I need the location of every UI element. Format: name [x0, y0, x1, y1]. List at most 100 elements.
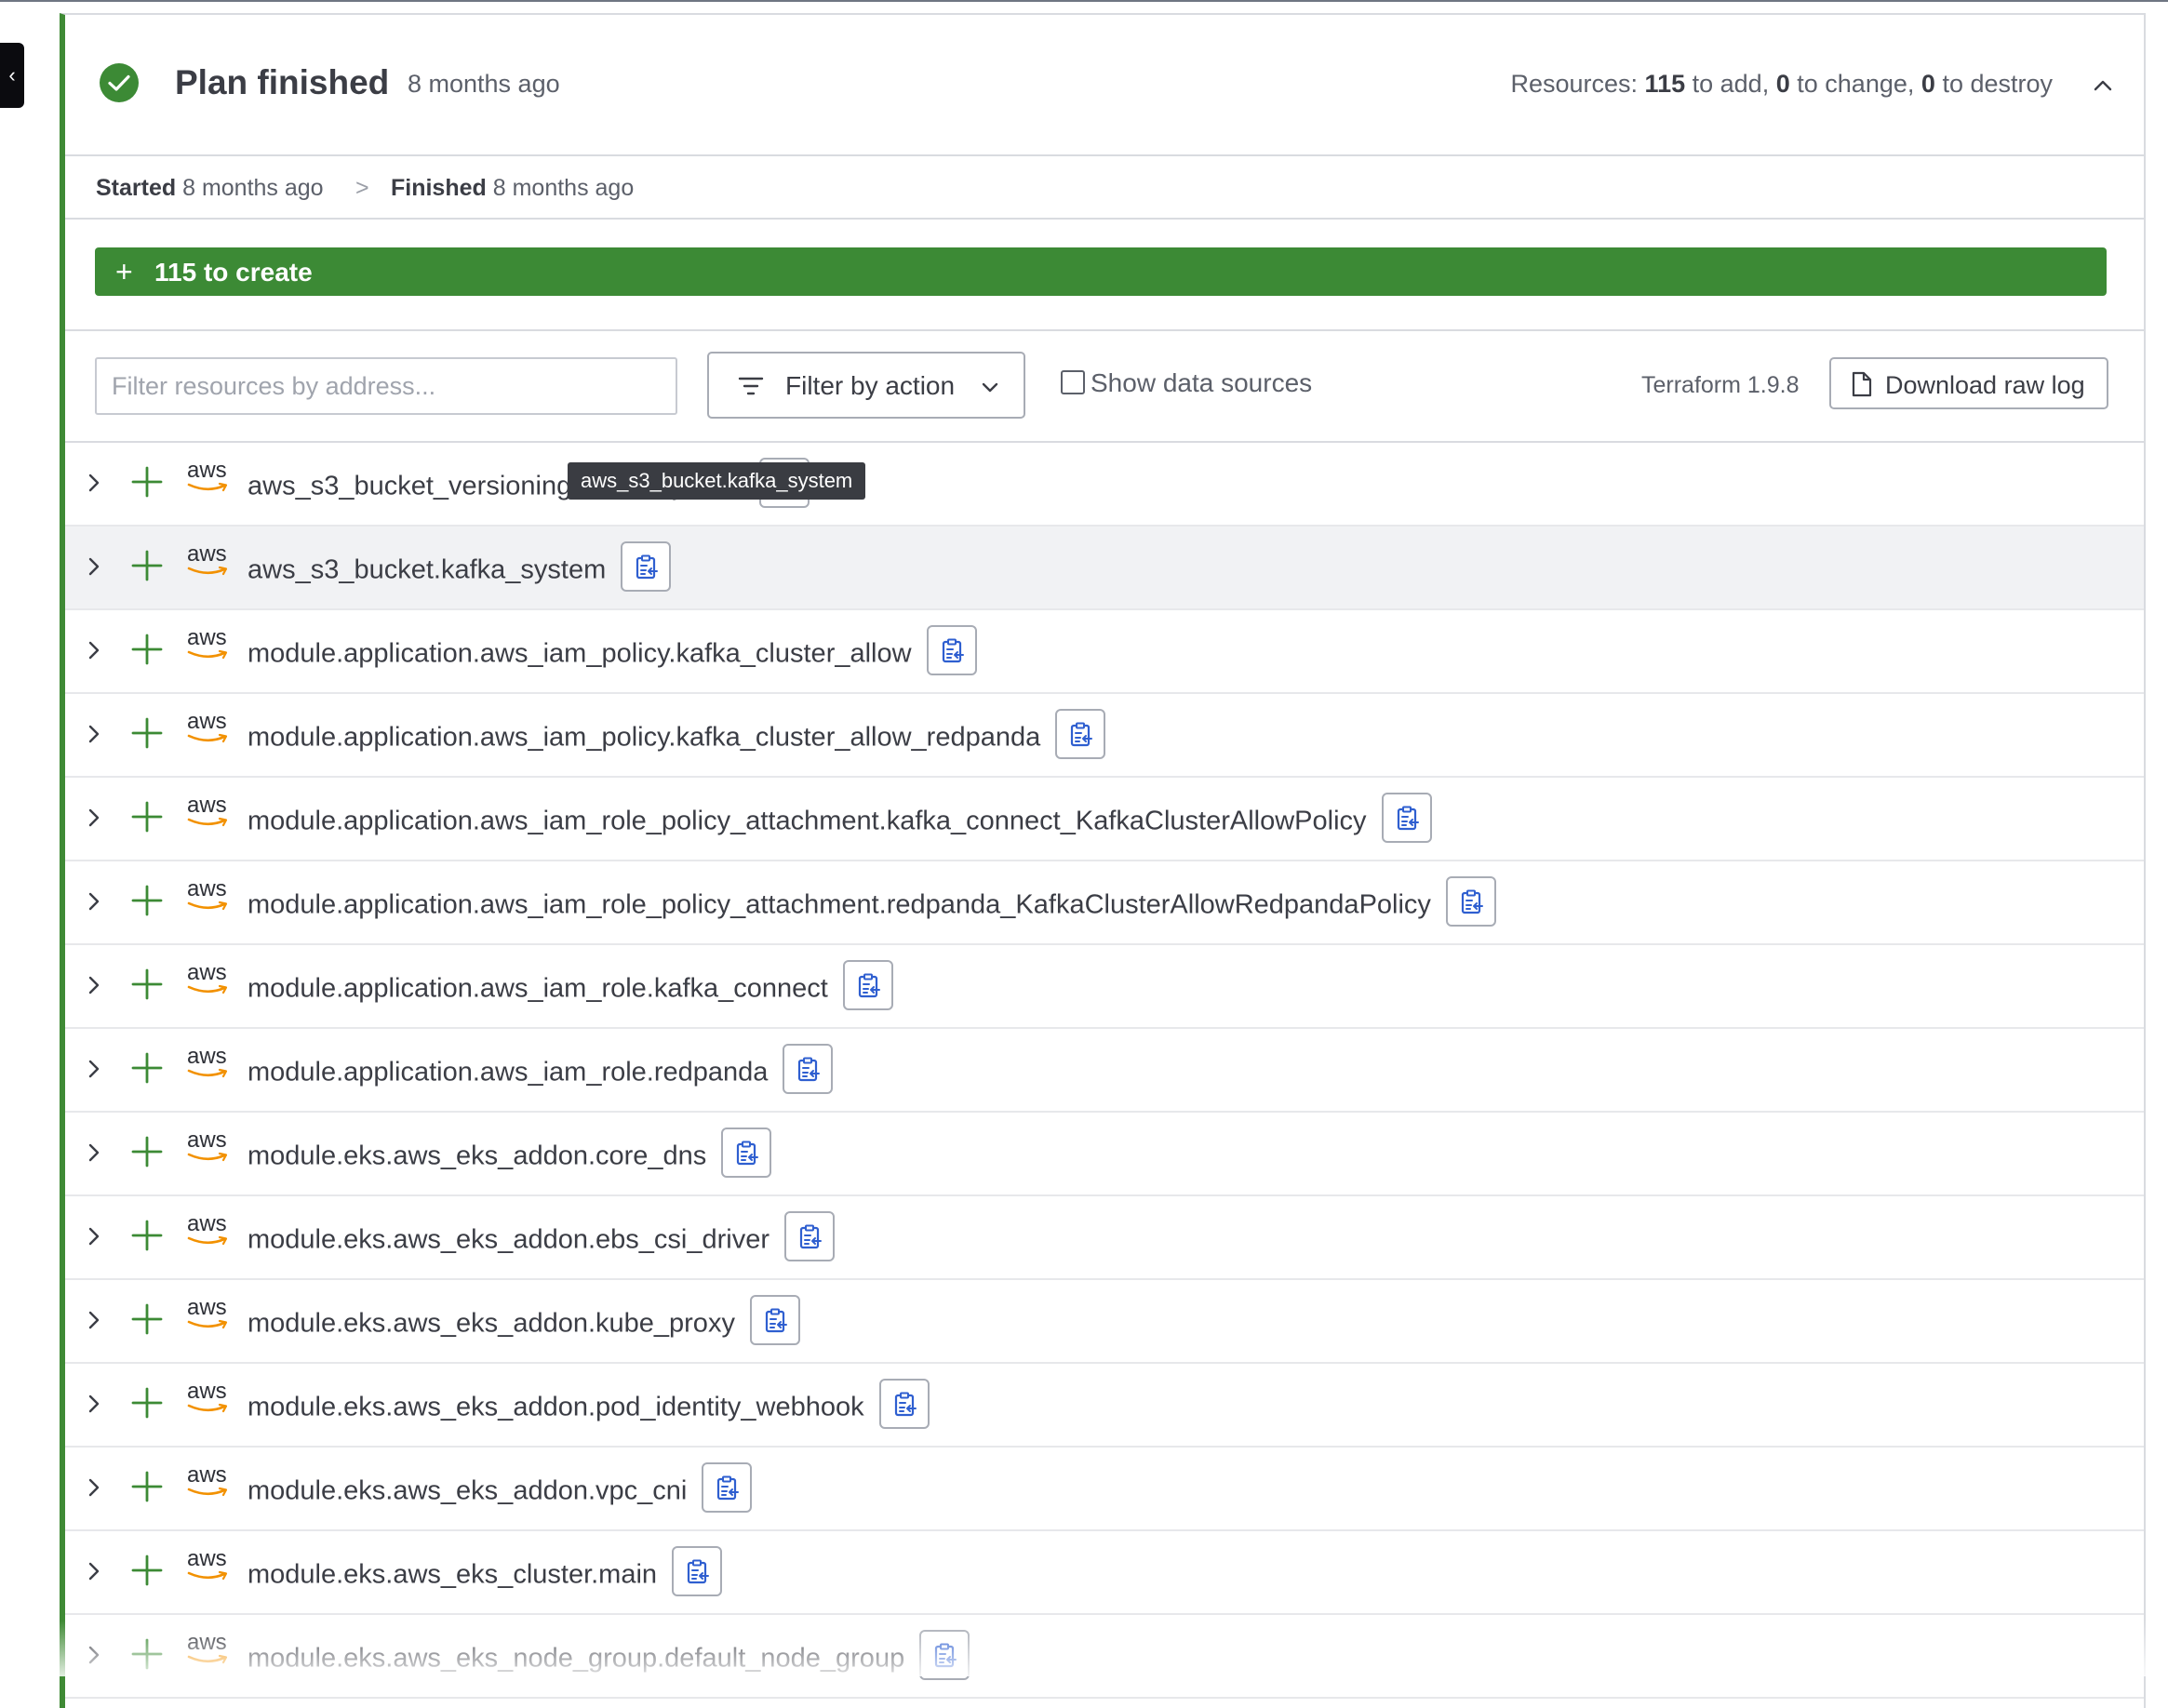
copy-address-button[interactable]: [721, 1128, 772, 1178]
filter-icon: [738, 377, 764, 395]
chevron-right-icon[interactable]: [84, 473, 104, 493]
chevron-right-icon[interactable]: [84, 1394, 104, 1414]
resource-address[interactable]: module.eks.aws_eks_addon.core_dns: [248, 1141, 706, 1171]
create-plus-icon: [131, 885, 163, 916]
create-count-label: 115 to create: [154, 258, 313, 287]
show-data-sources-checkbox[interactable]: Show data sources: [1061, 368, 1312, 398]
sidebar-toggle-button[interactable]: ‹: [0, 43, 24, 108]
create-plus-icon: [131, 550, 163, 581]
resource-address[interactable]: module.eks.aws_eks_node_group.default_no…: [248, 1644, 904, 1674]
resource-address[interactable]: module.eks.aws_eks_addon.kube_proxy: [248, 1309, 735, 1339]
resource-address[interactable]: module.eks.aws_eks_addon.ebs_csi_driver: [248, 1225, 770, 1255]
resource-row[interactable]: aws aws_s3_bucket_versioning.kafka_syste…: [65, 443, 2144, 527]
copy-address-button[interactable]: [672, 1546, 723, 1596]
plan-time: 8 months ago: [408, 70, 560, 98]
aws-provider-icon: aws: [187, 1128, 234, 1168]
finished-time: Finished 8 months ago: [391, 175, 635, 201]
resource-toolbar: Filter by action Show data sources Terra…: [65, 331, 2144, 443]
filter-by-action-dropdown[interactable]: Filter by action: [707, 352, 1025, 419]
clipboard-icon: [1397, 806, 1419, 831]
chevron-right-icon[interactable]: [84, 556, 104, 577]
resource-row[interactable]: aws aws_s3_bucket.kafka_system: [65, 527, 2144, 610]
resource-address[interactable]: module.eks.aws_eks_addon.vpc_cni: [248, 1476, 687, 1506]
create-plus-icon: [131, 1387, 163, 1419]
resource-row[interactable]: aws module.application.aws_iam_role.kafk…: [65, 945, 2144, 1029]
chevron-right-icon[interactable]: [84, 807, 104, 828]
copy-address-button[interactable]: [783, 1044, 834, 1094]
resource-row[interactable]: aws module.application.aws_iam_role_poli…: [65, 778, 2144, 861]
timing-separator: >: [355, 175, 369, 201]
resource-row[interactable]: aws module.eks.aws_eks_addon.vpc_cni: [65, 1448, 2144, 1531]
resource-address[interactable]: module.application.aws_iam_role_policy_a…: [248, 890, 1431, 920]
resource-row[interactable]: aws module.application.aws_iam_policy.ka…: [65, 694, 2144, 778]
copy-address-button[interactable]: [621, 541, 672, 592]
chevron-right-icon[interactable]: [84, 1561, 104, 1581]
resource-row[interactable]: aws module.application.aws_iam_policy.ka…: [65, 610, 2144, 694]
resource-row[interactable]: aws module.eks.aws_eks_addon.kube_proxy: [65, 1280, 2144, 1364]
resource-address[interactable]: module.application.aws_iam_role.redpanda: [248, 1058, 768, 1088]
copy-address-button[interactable]: [749, 1295, 800, 1345]
resources-summary: Resources: 115 to add, 0 to change, 0 to…: [1510, 70, 2053, 98]
chevron-right-icon[interactable]: [84, 724, 104, 744]
chevron-right-icon[interactable]: [84, 1226, 104, 1247]
aws-provider-icon: aws: [187, 709, 234, 750]
resource-row[interactable]: aws module.eks.aws_eks_addon.pod_identit…: [65, 1364, 2144, 1448]
resource-address[interactable]: aws_s3_bucket.kafka_system: [248, 555, 606, 585]
resource-row[interactable]: aws module.application.aws_iam_role.redp…: [65, 1029, 2144, 1113]
resource-address[interactable]: module.application.aws_iam_policy.kafka_…: [248, 723, 1040, 753]
resource-row[interactable]: aws module.eks.aws_eks_addon.ebs_csi_dri…: [65, 1196, 2144, 1280]
copy-address-button[interactable]: [783, 1211, 835, 1261]
chevron-right-icon[interactable]: [84, 1310, 104, 1330]
copy-address-button[interactable]: [842, 960, 893, 1010]
copy-address-button[interactable]: [702, 1462, 753, 1513]
clipboard-icon: [717, 1475, 740, 1501]
resource-row[interactable]: aws module.eks.aws_eks_cluster.main: [65, 1531, 2144, 1615]
chevron-left-icon: ‹: [8, 63, 16, 87]
copy-address-button[interactable]: [926, 625, 977, 675]
chevron-right-icon[interactable]: [84, 1142, 104, 1163]
resource-address[interactable]: module.application.aws_iam_role_policy_a…: [248, 807, 1367, 836]
create-plus-icon: [131, 1220, 163, 1251]
chevron-right-icon[interactable]: [84, 1059, 104, 1079]
create-plus-icon: [131, 466, 163, 498]
clipboard-icon: [636, 554, 659, 580]
filter-address-input[interactable]: [95, 357, 677, 415]
resource-address[interactable]: module.eks.aws_eks_addon.pod_identity_we…: [248, 1393, 864, 1422]
download-raw-log-button[interactable]: Download raw log: [1829, 357, 2108, 409]
create-summary-bar[interactable]: + 115 to create: [95, 247, 2107, 296]
resource-row[interactable]: aws module.eks.aws_eks_node_group.defaul…: [65, 1615, 2144, 1699]
plan-header: Plan finished 8 months ago Resources: 11…: [65, 15, 2144, 156]
resource-row[interactable]: aws module.eks.aws_eks_addon.core_dns: [65, 1113, 2144, 1196]
resource-row[interactable]: aws module.application.aws_iam_role_poli…: [65, 861, 2144, 945]
plan-panel: Plan finished 8 months ago Resources: 11…: [60, 13, 2146, 1708]
copy-address-button[interactable]: [1381, 793, 1432, 843]
aws-provider-icon: aws: [187, 960, 234, 1001]
aws-provider-icon: aws: [187, 458, 234, 499]
aws-provider-icon: aws: [187, 625, 234, 666]
chevron-right-icon[interactable]: [84, 1477, 104, 1498]
address-tooltip: aws_s3_bucket.kafka_system: [568, 462, 866, 500]
aws-provider-icon: aws: [187, 1211, 234, 1252]
create-plus-icon: [131, 1471, 163, 1502]
terraform-version: Terraform 1.9.8: [1641, 372, 1800, 398]
resource-address[interactable]: module.eks.aws_eks_cluster.main: [248, 1560, 657, 1590]
chevron-up-icon[interactable]: [2090, 73, 2116, 99]
copy-address-button[interactable]: [1445, 876, 1496, 927]
copy-address-button[interactable]: [1055, 709, 1106, 759]
aws-provider-icon: aws: [187, 1044, 234, 1085]
chevron-right-icon[interactable]: [84, 640, 104, 661]
clipboard-icon: [687, 1559, 710, 1584]
create-plus-icon: [131, 1638, 163, 1670]
plus-icon: +: [115, 255, 133, 288]
chevron-right-icon[interactable]: [84, 891, 104, 912]
checkbox-unchecked-icon[interactable]: [1061, 370, 1085, 394]
started-time: Started 8 months ago: [96, 175, 324, 201]
copy-address-button[interactable]: [878, 1379, 930, 1429]
create-plus-icon: [131, 1052, 163, 1084]
chevron-right-icon[interactable]: [84, 1645, 104, 1665]
copy-address-button[interactable]: [919, 1630, 970, 1680]
chevron-right-icon[interactable]: [84, 975, 104, 995]
resource-address[interactable]: module.application.aws_iam_policy.kafka_…: [248, 639, 912, 669]
create-plus-icon: [131, 968, 163, 1000]
resource-address[interactable]: module.application.aws_iam_role.kafka_co…: [248, 974, 828, 1004]
